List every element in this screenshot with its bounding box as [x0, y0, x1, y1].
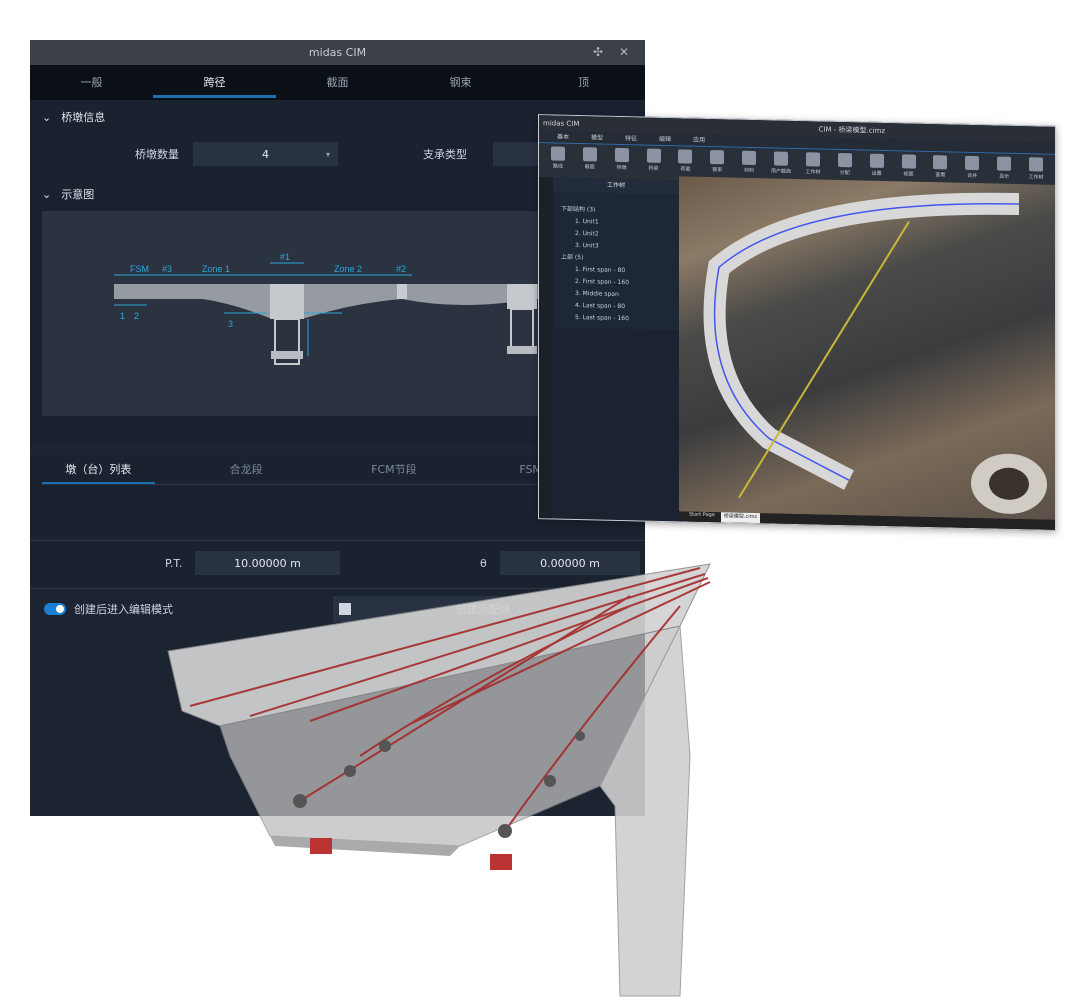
ribbon-icon: [742, 150, 757, 166]
label-k3: #3: [162, 264, 172, 274]
toggle-label: 创建后进入编辑模式: [74, 602, 173, 616]
label-n2: 2: [134, 311, 139, 321]
ribbon-icon: [550, 146, 565, 161]
ribbon-button[interactable]: 用户截面: [770, 151, 792, 179]
pier-count-value: 4: [262, 147, 269, 161]
ribbon-button[interactable]: 分配: [834, 152, 856, 181]
pier-count-label: 桥墩数量: [135, 148, 179, 161]
ribbon-label: 工作树: [1028, 174, 1044, 181]
menu-tab[interactable]: 编辑: [659, 134, 671, 145]
ribbon-label: 路线: [552, 163, 563, 170]
pin-icon[interactable]: ✣: [593, 45, 603, 59]
ribbon-button[interactable]: 桥墩: [611, 147, 633, 176]
label-n3: 3: [228, 319, 233, 329]
ribbon-button[interactable]: 设置: [866, 153, 888, 182]
ribbon-icon: [582, 147, 597, 162]
chevron-down-icon: ⌄: [42, 110, 52, 124]
cim-main-window: midas CIM CIM - 桥梁模型.cimz 基本 模型 特征 编辑 应用 …: [538, 114, 1056, 531]
ribbon-label: 材料: [744, 167, 755, 175]
ribbon-label: 截面: [584, 164, 595, 171]
dialog-tabs: 一般 跨径 截面 钢束 顶: [30, 65, 645, 100]
ribbon-icon: [646, 148, 661, 163]
3d-viewport-aerial[interactable]: [679, 176, 1055, 520]
ribbon-button[interactable]: 工作树: [802, 152, 824, 180]
left-rail: [539, 177, 553, 519]
ribbon-icon: [805, 152, 820, 167]
ribbon-label: 钢束: [712, 167, 723, 174]
bridge-alignment-drawing: [703, 192, 1047, 514]
ribbon-icon: [901, 154, 916, 169]
pier-count-select[interactable]: 4 ▾: [193, 142, 338, 166]
ribbon-icon: [710, 150, 725, 165]
tab-section[interactable]: 截面: [276, 65, 399, 100]
label-fsm: FSM: [130, 264, 149, 274]
ribbon-label: 荷载: [680, 166, 691, 173]
bearing: [310, 838, 332, 854]
ribbon-button[interactable]: 显示: [993, 156, 1015, 184]
support-type-label: 支承类型: [423, 148, 467, 161]
ribbon-icon: [933, 155, 948, 170]
ribbon-icon: [965, 155, 980, 171]
dialog-title: midas CIM: [308, 46, 367, 59]
label-k2: #2: [396, 264, 406, 274]
ribbon-button[interactable]: 桥梁: [643, 148, 665, 176]
ribbon-label: 显示: [999, 173, 1010, 180]
tree-item[interactable]: 5. Last span - 160: [553, 311, 679, 326]
ribbon-label: 设置: [871, 170, 882, 177]
window-title: CIM - 桥梁模型.cimz: [818, 125, 885, 135]
ribbon-icon: [678, 149, 693, 164]
menu-tab[interactable]: 应用: [693, 135, 705, 146]
ribbon-button[interactable]: 荷载: [675, 149, 697, 177]
ribbon-label: 桥墩: [616, 164, 627, 172]
ribbon-label: 查看: [935, 172, 946, 179]
ribbon-label: 合并: [967, 172, 978, 180]
ribbon-button[interactable]: 查看: [930, 155, 952, 183]
ribbon-button[interactable]: 材料: [738, 150, 760, 179]
subtab-closure[interactable]: 合龙段: [190, 455, 303, 484]
label-zone1: Zone 1: [202, 264, 230, 274]
dialog-title-bar: midas CIM ✣ ✕: [30, 40, 645, 65]
app-logo: midas CIM: [543, 119, 580, 129]
ribbon-button[interactable]: 截面: [579, 147, 601, 175]
label-n1: 1: [120, 311, 125, 321]
ribbon-button[interactable]: 合并: [961, 155, 983, 184]
ribbon-label: 用户截面: [771, 168, 792, 175]
menu-tab[interactable]: 模型: [591, 132, 603, 143]
ribbon-icon: [774, 151, 789, 166]
label-zone2: Zone 2: [334, 264, 362, 274]
label-k1: #1: [280, 252, 290, 262]
ribbon-label: 视图: [903, 171, 914, 178]
ribbon-button[interactable]: 视图: [898, 154, 920, 182]
close-icon[interactable]: ✕: [619, 45, 629, 59]
tab-tendon[interactable]: 钢束: [399, 65, 522, 100]
menu-tab[interactable]: 特征: [625, 133, 637, 144]
ribbon-button[interactable]: 工作树: [1025, 157, 1047, 185]
subtab-pier-list[interactable]: 墩（台）列表: [42, 455, 155, 484]
ribbon-icon: [997, 156, 1012, 171]
tab-top[interactable]: 顶: [522, 65, 645, 100]
section-title: 桥墩信息: [61, 111, 106, 124]
bearing: [490, 854, 512, 870]
menu-tab[interactable]: 基本: [557, 132, 569, 143]
section-title: 示意图: [61, 188, 95, 201]
doc-tab[interactable]: Start Page: [689, 512, 715, 523]
ribbon-icon: [1029, 157, 1044, 172]
work-tree-panel: 工作树 下部结构 (3) 1. Unit1 2. Unit2 3. Unit3 …: [553, 177, 679, 331]
ribbon-label: 分配: [839, 169, 850, 177]
edit-mode-toggle[interactable]: [44, 602, 66, 615]
ribbon-label: 工作树: [805, 169, 821, 176]
ribbon-icon: [614, 147, 629, 163]
ribbon-label: 桥梁: [648, 165, 659, 172]
ribbon-button[interactable]: 钢束: [706, 150, 728, 178]
ribbon-icon: [869, 153, 884, 168]
ribbon-button[interactable]: 路线: [547, 146, 569, 174]
ribbon-icon: [837, 152, 852, 168]
doc-tab[interactable]: 桥梁模型.cimz: [720, 512, 761, 524]
chevron-down-icon: ⌄: [42, 187, 52, 201]
tab-general[interactable]: 一般: [30, 65, 153, 100]
chevron-down-icon: ▾: [325, 149, 330, 159]
tab-span[interactable]: 跨径: [153, 65, 276, 100]
3d-box-girder-model: [167, 563, 711, 997]
subtab-fcm[interactable]: FCM节段: [338, 455, 451, 484]
